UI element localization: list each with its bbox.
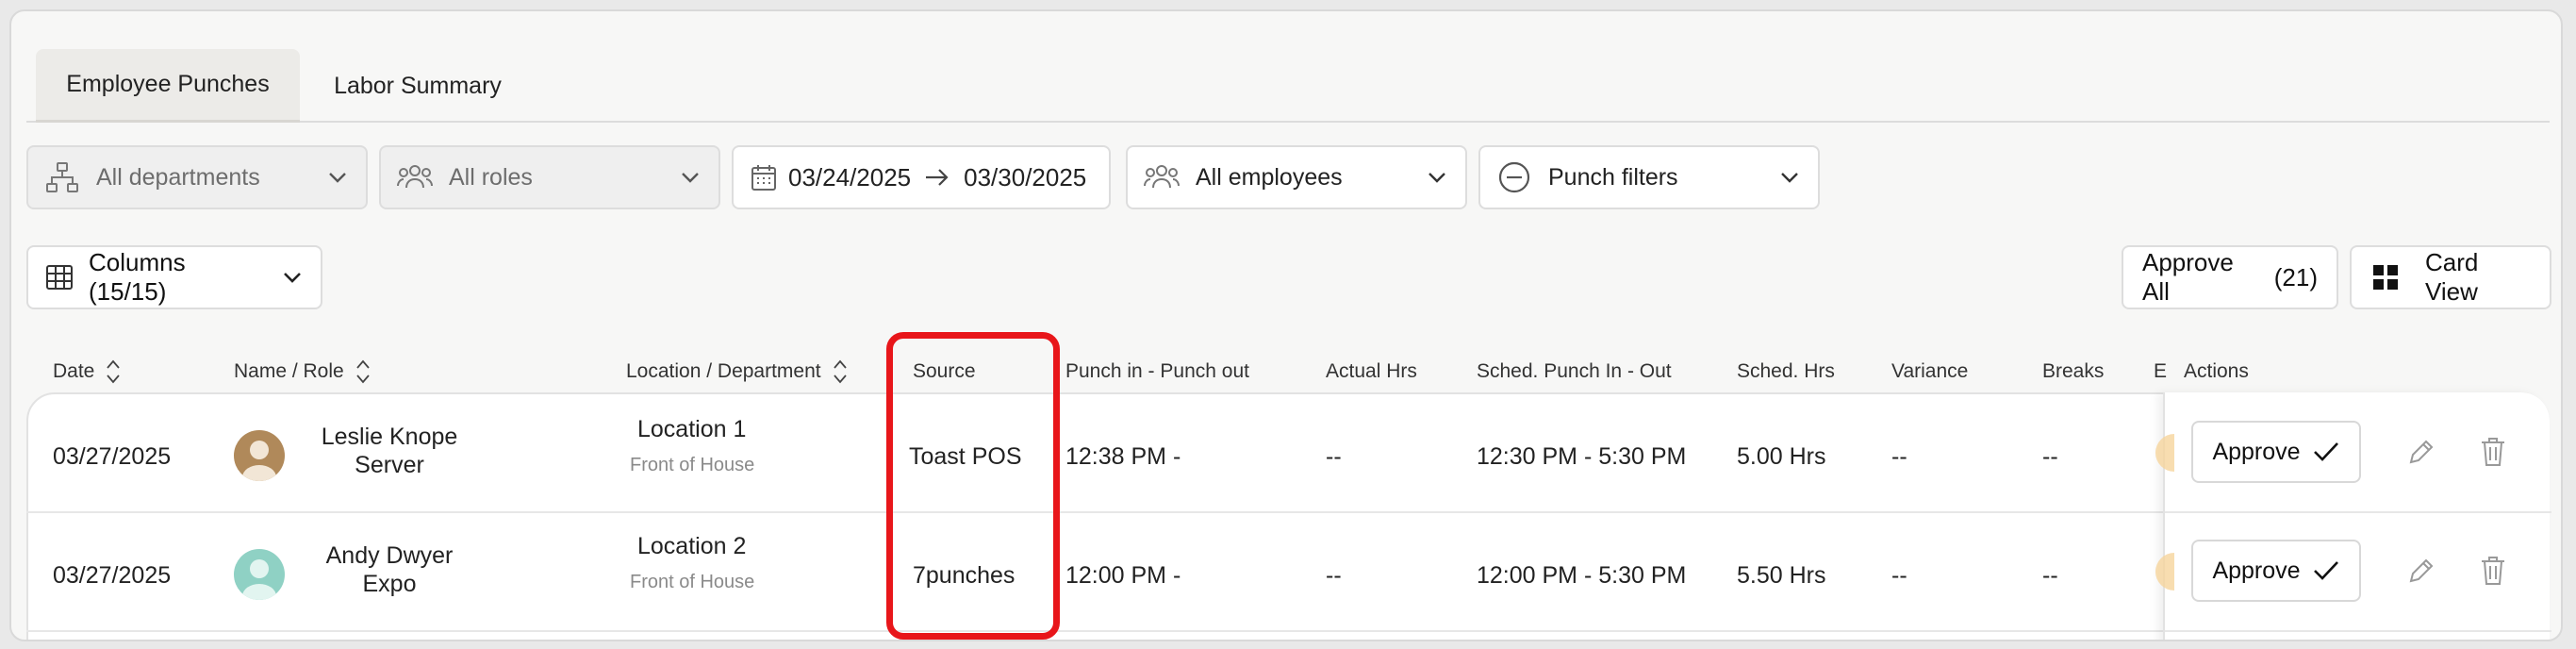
edit-pencil-icon[interactable] bbox=[2403, 433, 2440, 471]
employee-name: Leslie Knope bbox=[321, 424, 458, 450]
location-name: Location 1 bbox=[637, 416, 747, 442]
punch-filters-dropdown[interactable]: Punch filters bbox=[1478, 145, 1820, 209]
columns-button-label: Columns (15/15) bbox=[89, 248, 186, 306]
departments-filter[interactable]: All departments bbox=[26, 145, 368, 209]
people-icon bbox=[1143, 158, 1181, 196]
check-icon bbox=[2313, 442, 2338, 461]
org-chart-icon bbox=[43, 158, 81, 196]
grid-icon bbox=[2372, 264, 2399, 291]
employees-filter-label: All employees bbox=[1196, 163, 1343, 191]
column-header-punch[interactable]: Punch in - Punch out bbox=[1065, 353, 1249, 391]
column-header-name-role[interactable]: Name / Role bbox=[234, 353, 371, 391]
table-grid-icon bbox=[45, 264, 74, 291]
row-sched-hrs: 5.50 Hrs bbox=[1737, 561, 1826, 589]
tab-bar: Employee Punches Labor Summary bbox=[26, 42, 2550, 123]
employees-filter[interactable]: All employees bbox=[1126, 145, 1467, 209]
approve-all-button[interactable]: Approve All (21) bbox=[2122, 245, 2338, 309]
row-variance: -- bbox=[1891, 561, 1907, 589]
date-range-picker[interactable]: 03/24/2025 03/30/2025 bbox=[732, 145, 1111, 209]
row-location: Location 2 Front of House bbox=[630, 530, 754, 593]
app-window: Employee Punches Labor Summary All depar… bbox=[9, 9, 2563, 641]
column-header-location-label: Location / Department bbox=[626, 360, 821, 382]
location-name: Location 2 bbox=[637, 533, 747, 559]
row-date: 03/27/2025 bbox=[53, 442, 172, 470]
calendar-icon bbox=[749, 158, 779, 196]
column-header-sched-punch[interactable]: Sched. Punch In - Out bbox=[1477, 353, 1672, 391]
avatar bbox=[234, 549, 285, 600]
minus-circle-icon bbox=[1495, 158, 1533, 196]
row-breaks: -- bbox=[2042, 561, 2058, 589]
card-view-button[interactable]: Card View bbox=[2350, 245, 2551, 309]
row-date: 03/27/2025 bbox=[53, 561, 172, 589]
arrow-right-icon bbox=[924, 166, 950, 189]
column-header-sched-hrs[interactable]: Sched. Hrs bbox=[1737, 353, 1835, 391]
approve-all-label: Approve All bbox=[2142, 248, 2234, 306]
department-name: Front of House bbox=[630, 572, 755, 592]
row-divider bbox=[2165, 630, 2551, 632]
column-header-source[interactable]: Source bbox=[913, 353, 976, 391]
column-header-actions: Actions bbox=[2184, 360, 2249, 382]
column-header-actual-hrs[interactable]: Actual Hrs bbox=[1326, 353, 1417, 391]
chevron-down-icon bbox=[281, 266, 304, 289]
department-name: Front of House bbox=[630, 455, 755, 475]
row-variance: -- bbox=[1891, 442, 1907, 470]
row-actual-hrs: -- bbox=[1326, 561, 1342, 589]
sort-icon[interactable] bbox=[833, 358, 848, 385]
trash-icon[interactable] bbox=[2474, 552, 2512, 590]
departments-filter-label: All departments bbox=[96, 163, 260, 191]
row-location: Location 1 Front of House bbox=[630, 413, 754, 476]
columns-button[interactable]: Columns (15/15) bbox=[26, 245, 322, 309]
approve-button[interactable]: Approve bbox=[2191, 421, 2361, 483]
check-icon bbox=[2313, 561, 2338, 580]
avatar bbox=[234, 430, 285, 481]
edit-pencil-icon[interactable] bbox=[2403, 552, 2440, 590]
column-header-breaks[interactable]: Breaks bbox=[2042, 353, 2104, 391]
column-header-location[interactable]: Location / Department bbox=[626, 353, 848, 391]
employee-role: Expo bbox=[362, 571, 417, 597]
column-header-truncated: E bbox=[2154, 360, 2168, 382]
employee-name: Andy Dwyer bbox=[325, 542, 454, 569]
row-sched-hrs: 5.00 Hrs bbox=[1737, 442, 1826, 470]
tab-employee-punches[interactable]: Employee Punches bbox=[36, 49, 300, 123]
row-source: 7punches bbox=[913, 561, 1016, 589]
column-header-variance[interactable]: Variance bbox=[1891, 353, 1968, 391]
column-header-name-role-label: Name / Role bbox=[234, 360, 344, 382]
row-divider bbox=[2165, 511, 2551, 513]
sort-icon[interactable] bbox=[106, 358, 121, 385]
roles-filter[interactable]: All roles bbox=[379, 145, 720, 209]
row-name-role: Leslie Knope Server bbox=[300, 423, 479, 479]
chevron-down-icon bbox=[1776, 164, 1803, 191]
approve-all-count: (21) bbox=[2273, 262, 2318, 291]
row-source: Toast POS bbox=[909, 442, 1022, 470]
date-start: 03/24/2025 bbox=[788, 162, 912, 191]
row-punch: 12:00 PM - bbox=[1065, 561, 1181, 589]
column-header-date[interactable]: Date bbox=[53, 353, 121, 391]
employee-role: Server bbox=[355, 452, 424, 478]
row-name-role: Andy Dwyer Expo bbox=[300, 541, 479, 598]
row-punch: 12:38 PM - bbox=[1065, 442, 1181, 470]
chevron-down-icon bbox=[1424, 164, 1450, 191]
approve-button-label: Approve bbox=[2212, 438, 2301, 465]
row-actual-hrs: -- bbox=[1326, 442, 1342, 470]
row-breaks: -- bbox=[2042, 442, 2058, 470]
approve-button-label: Approve bbox=[2212, 557, 2301, 584]
card-view-label: Card View bbox=[2425, 248, 2479, 306]
trash-icon[interactable] bbox=[2474, 433, 2512, 471]
column-header-date-label: Date bbox=[53, 360, 95, 382]
tab-labor-summary[interactable]: Labor Summary bbox=[309, 49, 526, 123]
sort-icon[interactable] bbox=[355, 358, 371, 385]
date-end: 03/30/2025 bbox=[964, 162, 1087, 191]
row-sched-punch: 12:00 PM - 5:30 PM bbox=[1477, 561, 1687, 589]
roles-filter-label: All roles bbox=[449, 163, 533, 191]
people-icon bbox=[396, 158, 434, 196]
approve-button[interactable]: Approve bbox=[2191, 540, 2361, 602]
chevron-down-icon bbox=[677, 164, 703, 191]
actions-column: Approve Approve bbox=[2155, 392, 2551, 640]
chevron-down-icon bbox=[324, 164, 351, 191]
row-sched-punch: 12:30 PM - 5:30 PM bbox=[1477, 442, 1687, 470]
punch-filters-label: Punch filters bbox=[1548, 163, 1678, 191]
